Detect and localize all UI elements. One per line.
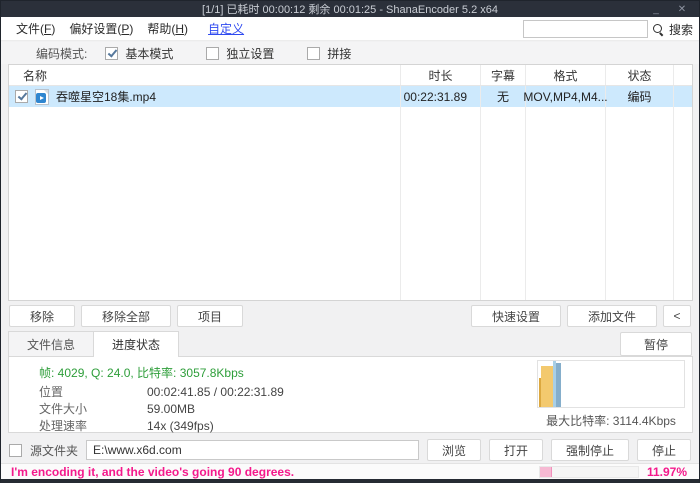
body-col-name: [9, 107, 401, 300]
status-cell: 编码: [606, 86, 674, 107]
encode-stats-line: 帧: 4029, Q: 24.0, 比特率: 3057.8Kbps: [39, 364, 244, 381]
independent-settings-label: 独立设置: [226, 45, 274, 62]
close-button[interactable]: ✕: [671, 1, 693, 17]
concat-checkbox[interactable]: [307, 47, 320, 60]
table-header: 名称 时长 字幕 格式 状态: [9, 65, 692, 86]
file-size-row: 文件大小 59.00MB: [39, 400, 284, 417]
position-label: 位置: [39, 383, 147, 400]
menu-bar: 文件(F) 偏好设置(P) 帮助(H) 自定义 搜索: [1, 17, 699, 41]
menu-custom[interactable]: 自定义: [201, 20, 251, 37]
position-value: 00:02:41.85 / 00:22:31.89: [147, 385, 284, 399]
encode-mode-label: 编码模式:: [36, 45, 87, 62]
independent-settings-checkbox[interactable]: [206, 47, 219, 60]
search-input[interactable]: [523, 20, 648, 38]
menu-preferences-pre: 偏好设置(: [69, 22, 121, 36]
speed-value: 14x (349fps): [147, 419, 214, 433]
column-header-subtitle[interactable]: 字幕: [481, 65, 526, 85]
tab-file-info[interactable]: 文件信息: [8, 331, 94, 356]
file-size-value: 59.00MB: [147, 402, 195, 416]
duration-cell: 00:22:31.89: [401, 86, 481, 107]
quick-settings-button[interactable]: 快速设置: [471, 305, 561, 327]
search-icon[interactable]: [653, 24, 664, 35]
speed-label: 处理速率: [39, 417, 147, 434]
minimize-button[interactable]: _: [645, 1, 667, 17]
bitrate-chart: [537, 360, 685, 408]
subtitle-cell: 无: [481, 86, 526, 107]
search-area: 搜索: [523, 19, 693, 39]
encode-progress-fill: [540, 467, 552, 477]
table-row[interactable]: 吞噬星空18集.mp4 00:22:31.89 无 MOV,MP4,M4... …: [9, 86, 692, 107]
menu-file[interactable]: 文件(F): [9, 20, 62, 37]
menu-help-post: ): [184, 22, 188, 36]
menu-help-pre: 帮助(: [147, 22, 175, 36]
search-label[interactable]: 搜索: [669, 21, 693, 38]
remove-all-button[interactable]: 移除全部: [81, 305, 171, 327]
window-title: [1/1] 已耗时 00:00:12 剩余 00:01:25 - ShanaEn…: [202, 1, 498, 17]
column-header-format[interactable]: 格式: [526, 65, 606, 85]
shanaencoder-window: [1/1] 已耗时 00:00:12 剩余 00:01:25 - ShanaEn…: [0, 0, 700, 483]
body-col-subtitle: [481, 107, 526, 300]
file-size-label: 文件大小: [39, 400, 147, 417]
stop-button[interactable]: 停止: [637, 439, 691, 461]
body-col-status: [606, 107, 674, 300]
concat-label: 拼接: [327, 45, 351, 62]
file-name-cell: 吞噬星空18集.mp4: [9, 86, 401, 107]
play-badge-icon: [36, 93, 46, 103]
pause-button[interactable]: 暂停: [620, 332, 692, 356]
progress-panel: 帧: 4029, Q: 24.0, 比特率: 3057.8Kbps 位置 00:…: [8, 357, 693, 433]
column-header-duration[interactable]: 时长: [401, 65, 481, 85]
title-bar[interactable]: [1/1] 已耗时 00:00:12 剩余 00:01:25 - ShanaEn…: [1, 1, 699, 17]
column-header-tail: [674, 65, 692, 85]
source-folder-label: 源文件夹: [30, 442, 78, 459]
collapse-button[interactable]: <: [663, 305, 691, 327]
project-button[interactable]: 项目: [177, 305, 243, 327]
force-stop-button[interactable]: 强制停止: [551, 439, 629, 461]
info-tabs-row: 文件信息 进度状态 暂停: [8, 331, 693, 357]
open-button[interactable]: 打开: [489, 439, 543, 461]
menu-help-key: H: [175, 22, 184, 36]
max-bitrate-label: 最大比特率: 3114.4Kbps: [525, 412, 697, 429]
body-col-duration: [401, 107, 481, 300]
source-folder-checkbox[interactable]: [9, 444, 22, 457]
output-path-input[interactable]: [86, 440, 419, 460]
status-bar: I'm encoding it, and the video's going 9…: [1, 463, 699, 480]
mode-option-basic[interactable]: 基本模式: [105, 45, 173, 62]
remove-button[interactable]: 移除: [9, 305, 75, 327]
add-file-button[interactable]: 添加文件: [567, 305, 657, 327]
encode-percent: 11.97%: [647, 465, 687, 479]
status-message: I'm encoding it, and the video's going 9…: [11, 465, 294, 479]
body-col-tail: [674, 107, 692, 300]
mode-option-independent[interactable]: 独立设置: [206, 45, 274, 62]
menu-file-post: ): [51, 22, 55, 36]
mode-option-concat[interactable]: 拼接: [307, 45, 351, 62]
action-button-row: 移除 移除全部 项目 快速设置 添加文件 <: [1, 301, 699, 331]
column-header-status[interactable]: 状态: [606, 65, 674, 85]
speed-row: 处理速率 14x (349fps): [39, 417, 284, 434]
basic-mode-label: 基本模式: [125, 45, 173, 62]
tail-cell: [674, 86, 692, 107]
output-path-row: 源文件夹 浏览 打开 强制停止 停止: [1, 437, 699, 463]
position-row: 位置 00:02:41.85 / 00:22:31.89: [39, 383, 284, 400]
file-name: 吞噬星空18集.mp4: [56, 88, 156, 105]
progress-info-rows: 位置 00:02:41.85 / 00:22:31.89 文件大小 59.00M…: [39, 383, 284, 434]
body-col-format: [526, 107, 606, 300]
menu-file-pre: 文件(: [16, 22, 44, 36]
tab-progress-status[interactable]: 进度状态: [93, 331, 179, 357]
menu-preferences[interactable]: 偏好设置(P): [62, 20, 140, 37]
format-cell: MOV,MP4,M4...: [526, 86, 606, 107]
file-checkbox[interactable]: [15, 90, 28, 103]
menu-preferences-post: ): [129, 22, 133, 36]
table-body: [9, 107, 692, 300]
video-file-icon: [35, 89, 49, 105]
file-table: 名称 时长 字幕 格式 状态 吞噬星空18集.mp4 00:22:31.89 无…: [8, 64, 693, 301]
menu-help[interactable]: 帮助(H): [140, 20, 195, 37]
encode-progress-bar: [539, 466, 639, 478]
column-header-name[interactable]: 名称: [9, 65, 401, 85]
encode-mode-row: 编码模式: 基本模式 独立设置 拼接: [1, 42, 699, 64]
browse-button[interactable]: 浏览: [427, 439, 481, 461]
basic-mode-checkbox[interactable]: [105, 47, 118, 60]
